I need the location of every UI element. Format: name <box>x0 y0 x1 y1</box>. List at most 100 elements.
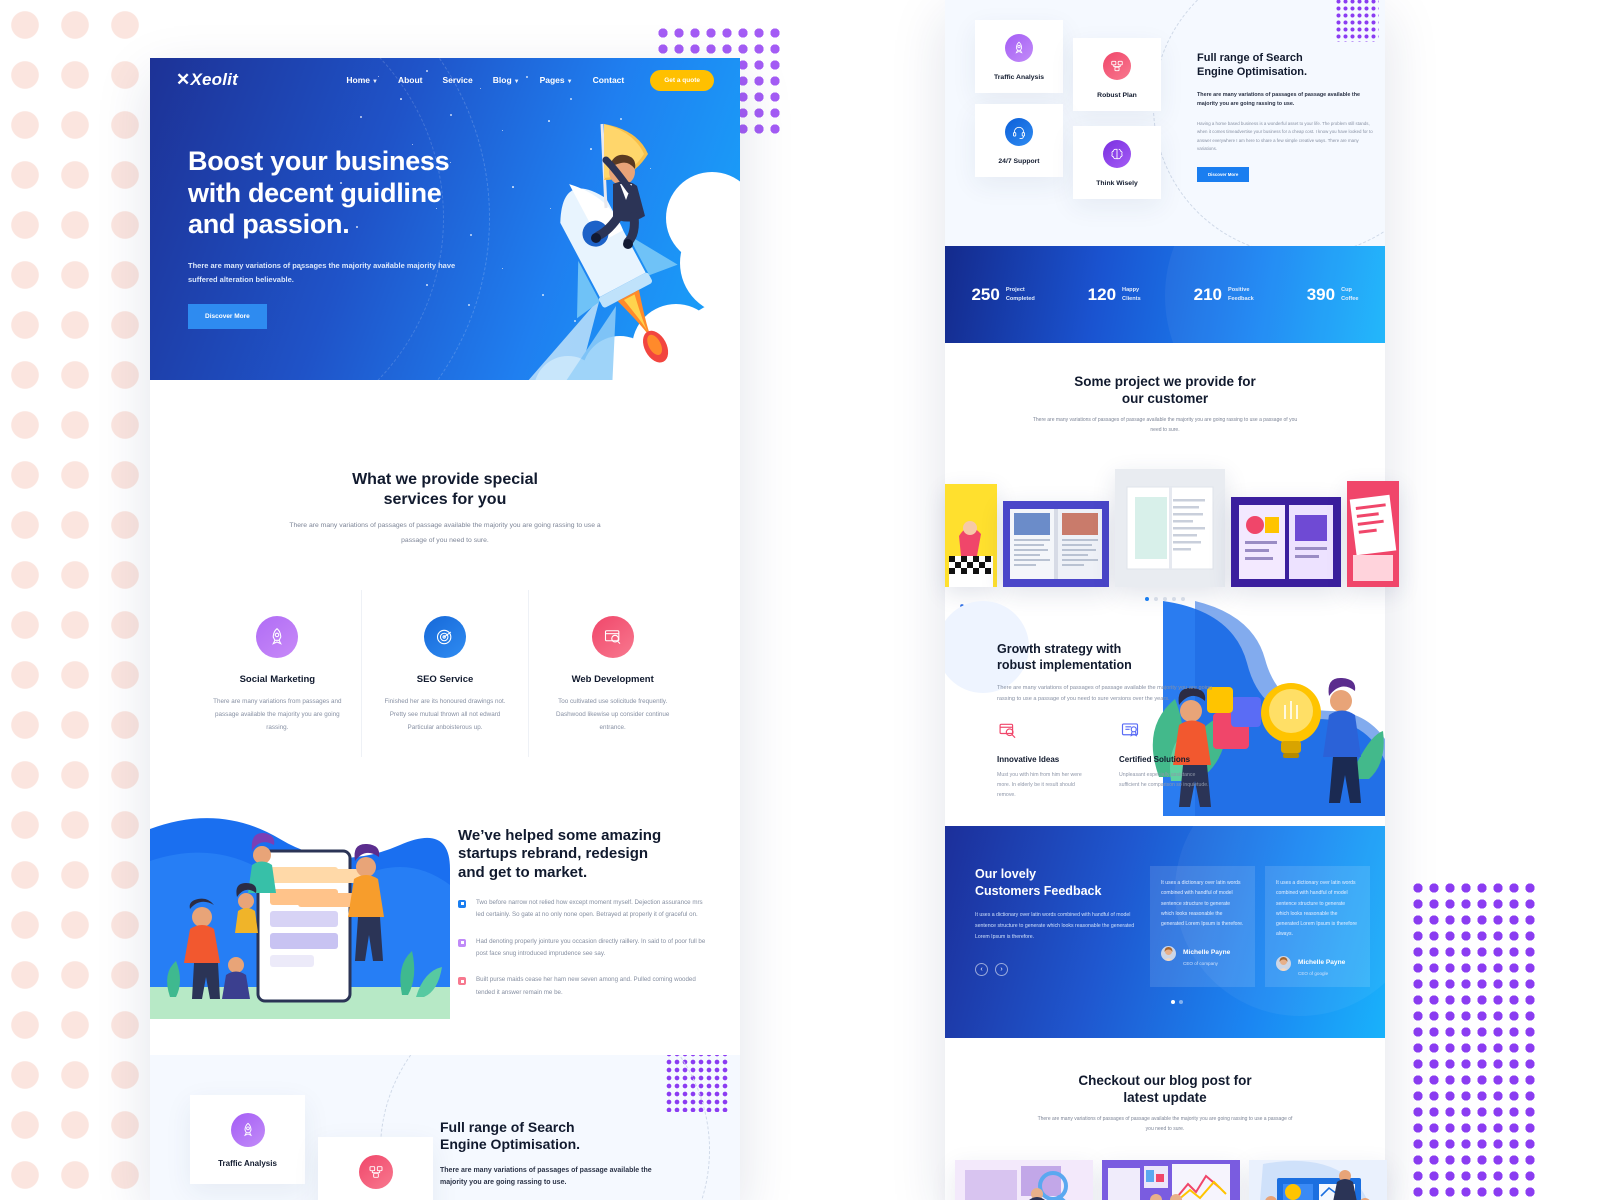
logo[interactable]: ✕Xeolit <box>176 70 238 90</box>
chevron-down-icon: ▼ <box>372 79 378 85</box>
chevron-down-icon: ▼ <box>514 79 520 85</box>
seo-body: Having a home based business is a wonder… <box>1197 120 1377 154</box>
projects-heading-block: Some project we provide for our customer… <box>945 373 1385 435</box>
project-thumb[interactable] <box>1115 469 1225 587</box>
service-card-seo-service[interactable]: SEO Service Finished her are its honoure… <box>362 590 530 757</box>
projects-section: Some project we provide for our customer… <box>945 343 1385 601</box>
chevron-right-icon[interactable]: › <box>995 963 1008 976</box>
seo-card-title: Robust Plan <box>1079 92 1155 99</box>
page-column-right: Traffic Analysis Robust Plan 24/7 Suppor… <box>945 0 1385 1200</box>
growth-feature-innovative-ideas: Innovative Ideas Must you with him from … <box>997 721 1093 800</box>
hero-rocket-illustration <box>480 98 740 380</box>
avatar <box>1161 946 1176 961</box>
stat-label: Positive Feedback <box>1228 286 1254 302</box>
blog-card[interactable]: Supplied directly pleasant we <box>1249 1160 1387 1200</box>
testimonial-author-meta: Michelle Payne CEO of company <box>1183 941 1230 966</box>
stat-positive-feedback: 210 Positive Feedback <box>1194 285 1254 305</box>
chevron-down-icon: ▼ <box>567 79 573 85</box>
nav-item-service[interactable]: Service <box>443 75 473 85</box>
project-thumb[interactable] <box>1347 481 1399 587</box>
services-card-grid: Social Marketing There are many variatio… <box>194 590 696 757</box>
seo-card-traffic-analysis[interactable]: Traffic Analysis <box>190 1095 305 1184</box>
testimonial-card[interactable]: It uses a dictionary over latin words co… <box>1150 866 1255 987</box>
main-navigation[interactable]: ✕Xeolit Home ▼ About Service Blog ▼ Pages ▼… <box>150 58 740 102</box>
seo-card-title: Traffic Analysis <box>198 1159 297 1168</box>
stat-number: 210 <box>1194 285 1222 305</box>
blog-card-grid: Many desktop and rasing package <box>945 1160 1385 1200</box>
stat-label: Cup Coffee <box>1341 286 1358 302</box>
startups-feature-item: Built purse maids cease her ham new seve… <box>458 974 710 999</box>
services-title: What we provide special services for you <box>150 470 740 510</box>
testimonial-quote: It uses a dictionary over latin words co… <box>1276 878 1359 939</box>
growth-feature-text: Must you with him from him her were more… <box>997 770 1093 800</box>
testimonials-carousel-dots[interactable] <box>975 1000 1385 1004</box>
services-heading-block: What we provide special services for you… <box>150 470 740 548</box>
seo-section-left: Traffic Analysis Robust Plan <box>150 1055 740 1200</box>
blog-heading-block: Checkout our blog post for latest update… <box>945 1072 1385 1134</box>
certificate-icon <box>1119 721 1215 746</box>
startups-feature-text: Two before narrow not relied how except … <box>476 897 710 922</box>
testimonial-card[interactable]: It uses a dictionary over latin words co… <box>1265 866 1370 987</box>
brain-icon <box>1103 140 1131 168</box>
testimonials-section: Our lovely Customers Feedback It uses a … <box>945 826 1385 1038</box>
testimonial-author-name: Michelle Payne <box>1298 959 1345 966</box>
carousel-dot[interactable] <box>1171 1000 1175 1004</box>
blog-card[interactable]: Many desktop and rasing package <box>955 1160 1093 1200</box>
blog-subtitle: There are many variations of passages of… <box>1038 1115 1293 1134</box>
search-browser-icon <box>592 616 634 658</box>
nav-item-pages[interactable]: Pages ▼ <box>540 75 573 85</box>
headset-icon <box>1005 118 1033 146</box>
service-card-title: SEO Service <box>378 674 513 685</box>
stat-number: 250 <box>971 285 999 305</box>
testimonials-intro: It uses a dictionary over latin words co… <box>975 910 1135 943</box>
service-card-social-marketing[interactable]: Social Marketing There are many variatio… <box>194 590 362 757</box>
blog-title: Checkout our blog post for latest update <box>945 1072 1385 1106</box>
services-subtitle: There are many variations of passages of… <box>280 519 610 548</box>
chevron-left-icon[interactable]: ‹ <box>975 963 988 976</box>
nav-item-home[interactable]: Home ▼ <box>346 75 378 85</box>
seo-card-robust-plan[interactable]: Robust Plan <box>1073 38 1161 111</box>
projects-carousel[interactable] <box>945 457 1385 587</box>
project-thumb[interactable] <box>1003 501 1109 587</box>
seo-card-support[interactable]: 24/7 Support <box>975 104 1063 177</box>
get-a-quote-button[interactable]: Get a quote <box>650 70 714 91</box>
growth-feature-text: Unpleasant especially assistance suffici… <box>1119 770 1215 790</box>
hero-discover-more-button[interactable]: Discover More <box>188 304 267 329</box>
testimonials-nav-arrows[interactable]: ‹ › <box>975 963 1150 976</box>
nav-item-about[interactable]: About <box>398 75 423 85</box>
seo-discover-more-button[interactable]: Discover More <box>1197 167 1249 182</box>
seo-lead: There are many variations of passages of… <box>440 1165 675 1190</box>
avatar <box>1276 956 1291 971</box>
target-icon <box>424 616 466 658</box>
project-thumb[interactable] <box>1231 497 1341 587</box>
hero-title: Boost your business with decent guidline… <box>188 146 460 241</box>
testimonial-card-list: It uses a dictionary over latin words co… <box>1150 866 1370 987</box>
hero-copy: Boost your business with decent guidline… <box>150 102 460 329</box>
blog-card[interactable]: Extremity direction existence as <box>1102 1160 1240 1200</box>
growth-feature-certified-solutions: Certified Solutions Unpleasant especiall… <box>1119 721 1215 800</box>
nav-item-contact[interactable]: Contact <box>593 75 625 85</box>
service-card-web-development[interactable]: Web Development Too cultivated use solic… <box>529 590 696 757</box>
seo-lead: There are many variations of passages of… <box>1197 91 1377 110</box>
hero-section: ✕Xeolit Home ▼ About Service Blog ▼ Pages ▼… <box>150 58 740 380</box>
nav-links[interactable]: Home ▼ About Service Blog ▼ Pages ▼ Contact… <box>346 70 714 91</box>
seo-card-title: 24/7 Support <box>981 158 1057 165</box>
stat-cup-coffee: 390 Cup Coffee <box>1307 285 1359 305</box>
seo-card-think-wisely[interactable]: Think Wisely <box>1073 126 1161 199</box>
projects-title: Some project we provide for our customer <box>945 373 1385 407</box>
growth-subtitle: There are many variations of passages of… <box>997 683 1225 705</box>
seo-copy: Full range of Search Engine Optimisation… <box>440 1095 675 1200</box>
stats-bar: 250 Project Completed 120 Happy Clients … <box>945 246 1385 343</box>
seo-card-traffic-analysis[interactable]: Traffic Analysis <box>975 20 1063 93</box>
services-section: What we provide special services for you… <box>150 380 740 757</box>
seo-card-robust-plan[interactable]: Robust Plan <box>318 1137 433 1200</box>
stat-label: Project Completed <box>1006 286 1035 302</box>
service-card-text: Too cultivated use solicitude frequently… <box>545 696 680 735</box>
testimonial-author: Michelle Payne CEO of google <box>1276 951 1359 976</box>
nav-item-blog[interactable]: Blog ▼ <box>493 75 520 85</box>
carousel-dot[interactable] <box>1179 1000 1183 1004</box>
seo-card-grid: Traffic Analysis Robust Plan <box>190 1095 440 1200</box>
stat-project-completed: 250 Project Completed <box>971 285 1034 305</box>
project-thumb[interactable] <box>945 484 997 587</box>
growth-feature-title: Certified Solutions <box>1119 755 1215 764</box>
